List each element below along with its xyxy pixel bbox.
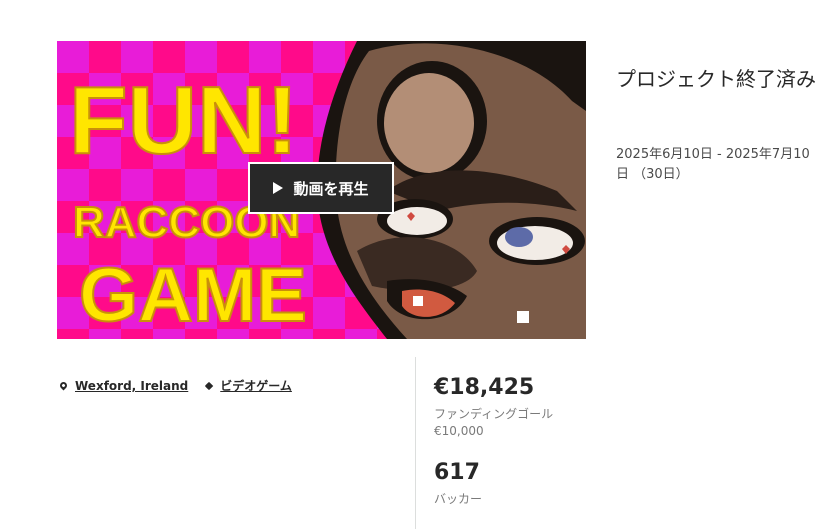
play-video-button[interactable]: 動画を再生 bbox=[248, 162, 394, 214]
tag-icon bbox=[205, 381, 214, 390]
project-video[interactable]: FUN! RACCOON GAME 動画を再生 bbox=[57, 41, 586, 339]
lettering-game: GAME bbox=[79, 253, 307, 338]
project-date-range: 2025年6月10日 - 2025年7月10日 （30日） bbox=[616, 147, 810, 182]
location-pin-icon bbox=[58, 380, 69, 391]
backers-count: 617 bbox=[434, 460, 480, 485]
play-video-label: 動画を再生 bbox=[293, 179, 369, 198]
funding-goal-label: ファンディングゴール bbox=[434, 407, 554, 421]
backers-label: バッカー bbox=[434, 492, 483, 506]
pledged-amount: €18,425 bbox=[434, 375, 535, 400]
stats-divider bbox=[415, 357, 416, 529]
lettering-fun: FUN! bbox=[69, 67, 298, 174]
location-label: Wexford, Ireland bbox=[75, 378, 189, 393]
project-meta: Wexford, Ireland ビデオゲーム bbox=[58, 377, 310, 394]
project-page: FUN! RACCOON GAME 動画を再生 プロジェクト終了済み 2025年… bbox=[0, 0, 832, 529]
location-link[interactable]: Wexford, Ireland bbox=[58, 378, 189, 393]
project-status-title: プロジェクト終了済み bbox=[616, 67, 816, 91]
category-link[interactable]: ビデオゲーム bbox=[205, 377, 292, 394]
category-label: ビデオゲーム bbox=[220, 379, 292, 393]
play-icon bbox=[273, 182, 284, 194]
funding-goal-value: €10,000 bbox=[434, 424, 484, 438]
